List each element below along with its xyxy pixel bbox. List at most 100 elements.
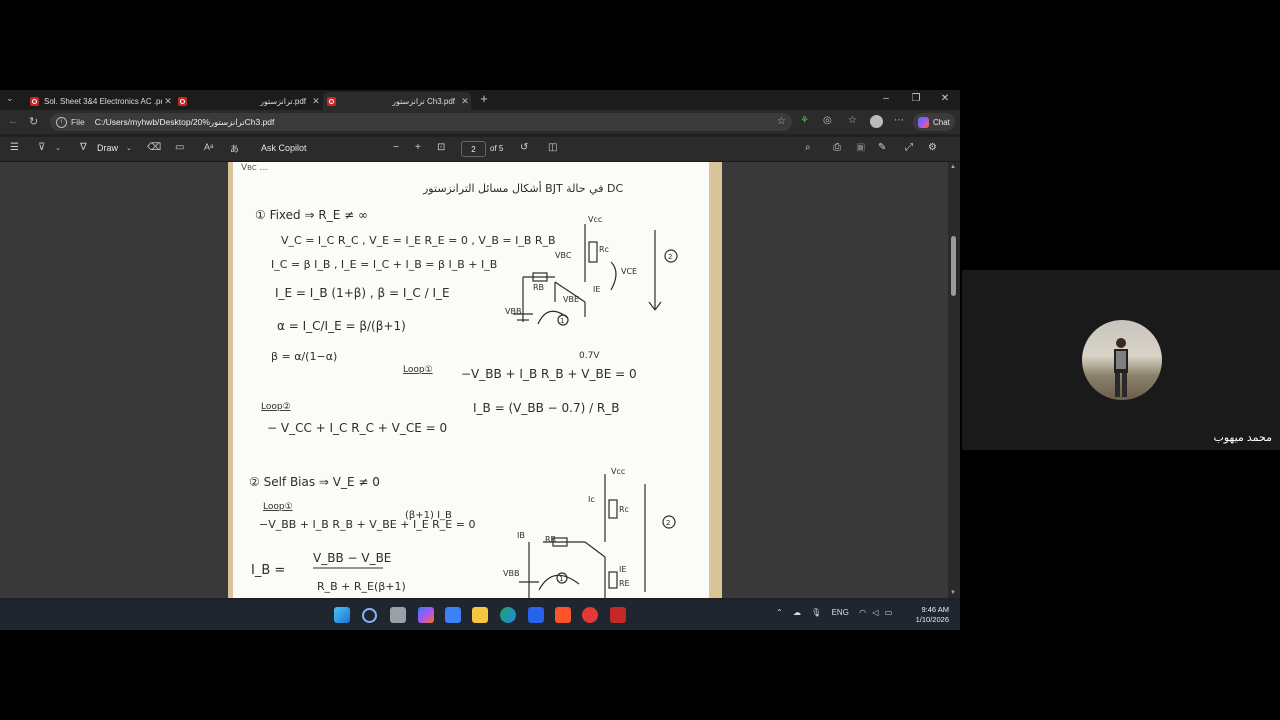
tab-title: ترانزستور.pdf: [260, 96, 306, 106]
vbe-value: 0.7V: [579, 351, 600, 361]
zoom-in-button[interactable]: +: [415, 142, 421, 153]
chevron-up-icon[interactable]: ⌃: [776, 608, 783, 617]
settings-gear-icon[interactable]: ⚙: [928, 142, 937, 153]
extension-icon[interactable]: ⚘: [800, 115, 809, 126]
notes-header: أشكال مسائل الترانزستور BJT في حالة DC: [422, 181, 623, 195]
start-icon[interactable]: [334, 607, 350, 623]
search-icon[interactable]: ⌕: [805, 142, 811, 153]
pdf-viewer[interactable]: VBC ... أشكال مسائل الترانزستور BJT في ح…: [0, 162, 948, 598]
pdf-icon: [327, 96, 336, 106]
chevron-down-icon[interactable]: ⌄: [55, 144, 61, 152]
clock[interactable]: 9:46 AM 1/10/2026: [905, 605, 949, 625]
favorite-star-icon[interactable]: ☆: [777, 116, 786, 127]
task-view-icon[interactable]: [390, 607, 406, 623]
battery-icon[interactable]: ▭: [885, 608, 893, 617]
app-game-icon[interactable]: [610, 607, 626, 623]
close-icon[interactable]: ✕: [459, 96, 471, 107]
contents-icon[interactable]: ☰: [10, 142, 19, 153]
ib2-denominator: R_B + R_E(β+1): [317, 580, 406, 593]
minimize-button[interactable]: –: [876, 93, 896, 104]
copilot-chat-button[interactable]: Chat: [913, 113, 955, 131]
ask-copilot-button[interactable]: Ask Copilot: [261, 143, 307, 153]
browser-essentials-icon[interactable]: ◎: [823, 115, 832, 126]
chevron-down-icon[interactable]: ⌄: [126, 144, 132, 152]
scrollbar-thumb[interactable]: [951, 236, 956, 296]
language-indicator[interactable]: ENG: [832, 608, 849, 617]
page-view-icon[interactable]: ◫: [548, 142, 557, 153]
restore-button[interactable]: ❐: [906, 93, 926, 104]
beta-eq: β = α/(1−α): [271, 350, 337, 363]
draw-icon[interactable]: ∇: [80, 142, 87, 153]
close-icon[interactable]: ✕: [310, 96, 322, 107]
page-number-input[interactable]: 2: [461, 141, 486, 157]
fullscreen-icon[interactable]: ⤢: [905, 142, 913, 153]
info-icon[interactable]: i: [56, 116, 67, 128]
translate-icon[interactable]: あ: [230, 142, 239, 155]
onedrive-icon[interactable]: ☁: [793, 608, 801, 617]
file-explorer-icon[interactable]: [472, 607, 488, 623]
pdf-toolbar: ☰ ⊽ ⌄ ∇ Draw ⌄ ⌫ ▭ Aᵃ あ Ask Copilot − + …: [0, 137, 960, 162]
scroll-up-icon[interactable]: ▲: [950, 164, 956, 170]
svg-text:IB: IB: [517, 531, 525, 540]
person-figure: [1114, 338, 1128, 397]
address-url[interactable]: C:/Users/myhwb/Desktop/20%ترانزستورCh3.p…: [95, 117, 275, 128]
svg-text:IE: IE: [619, 565, 626, 574]
tab-transistor[interactable]: ترانزستور.pdf ✕: [174, 92, 322, 110]
loop2-eq: − V_CC + I_C R_C + V_CE = 0: [267, 421, 447, 435]
address-bar-row: ← ↻ i File C:/Users/myhwb/Desktop/20%ترا…: [0, 110, 960, 134]
tab-sol-sheet[interactable]: Sol. Sheet 3&4 Electronics AC .pdf ✕: [26, 92, 174, 110]
copilot-app-icon[interactable]: [418, 607, 434, 623]
page-total-label: of 5: [490, 144, 504, 153]
refresh-icon[interactable]: ↻: [29, 115, 38, 128]
eq1: V_C = I_C R_C , V_E = I_E R_E = 0 , V_B …: [281, 234, 556, 247]
favorites-icon[interactable]: ☆: [848, 115, 857, 126]
address-bar[interactable]: i File C:/Users/myhwb/Desktop/20%ترانزست…: [50, 113, 792, 131]
microphone-icon[interactable]: 🎙: [811, 608, 821, 617]
more-menu-icon[interactable]: ⋯: [894, 115, 904, 126]
back-icon[interactable]: ←: [8, 115, 19, 127]
address-scheme-label: File: [71, 117, 85, 127]
save-as-icon[interactable]: ✎: [878, 142, 886, 153]
scroll-down-icon[interactable]: ▼: [950, 590, 956, 596]
print-icon[interactable]: ⎙: [833, 142, 841, 153]
zoom-out-button[interactable]: −: [393, 142, 399, 153]
wifi-icon[interactable]: ◠: [859, 608, 866, 617]
svg-text:VBC: VBC: [555, 251, 572, 260]
close-icon[interactable]: ✕: [162, 96, 174, 107]
tab-actions-icon[interactable]: ⌄: [6, 93, 14, 104]
brave-icon[interactable]: [555, 607, 571, 623]
handwritten-notes-sheet: VBC ... أشكال مسائل الترانزستور BJT في ح…: [233, 162, 709, 598]
eraser-icon[interactable]: ⌫: [147, 142, 161, 153]
highlight-icon[interactable]: ⊽: [38, 142, 45, 153]
volume-icon[interactable]: ◁: [872, 608, 878, 617]
draw-label[interactable]: Draw: [97, 143, 118, 153]
mail-icon[interactable]: [528, 607, 544, 623]
edge-icon[interactable]: [500, 607, 516, 623]
pdf-icon: [178, 96, 187, 106]
new-tab-button[interactable]: +: [474, 91, 494, 106]
pdf-icon: [30, 96, 39, 106]
save-icon[interactable]: ▣: [856, 142, 865, 153]
circuit-2-sketch: [519, 474, 676, 598]
search-icon[interactable]: [362, 608, 377, 623]
vertical-scrollbar[interactable]: ▲ ▼: [948, 162, 960, 598]
svg-text:VBE: VBE: [563, 295, 579, 304]
meeting-participant-tile[interactable]: محمد ميهوب: [962, 270, 1280, 450]
svg-text:Vcc: Vcc: [588, 215, 602, 224]
svg-text:VBC ...: VBC ...: [241, 163, 268, 173]
svg-text:Rc: Rc: [619, 505, 629, 514]
tab-ch3[interactable]: ترانزستور Ch3.pdf ✕: [323, 92, 471, 110]
close-window-button[interactable]: ✕: [935, 93, 955, 104]
app-red-icon[interactable]: [582, 607, 598, 623]
alpha-eq: α = I_C/I_E = β/(β+1): [277, 319, 406, 333]
notes-drawing: VBC ... أشكال مسائل الترانزستور BJT في ح…: [241, 163, 678, 598]
rotate-icon[interactable]: ↺: [520, 142, 528, 153]
read-aloud-icon[interactable]: Aᵃ: [204, 142, 213, 152]
fit-page-icon[interactable]: ⊡: [437, 142, 445, 153]
add-text-icon[interactable]: ▭: [175, 142, 184, 153]
svg-text:VCE: VCE: [621, 267, 637, 276]
clock-date: 1/10/2026: [915, 615, 949, 624]
store-icon[interactable]: [445, 607, 461, 623]
eq2: I_C = β I_B , I_E = I_C + I_B = β I_B + …: [271, 258, 497, 271]
profile-avatar-icon[interactable]: [870, 115, 883, 128]
